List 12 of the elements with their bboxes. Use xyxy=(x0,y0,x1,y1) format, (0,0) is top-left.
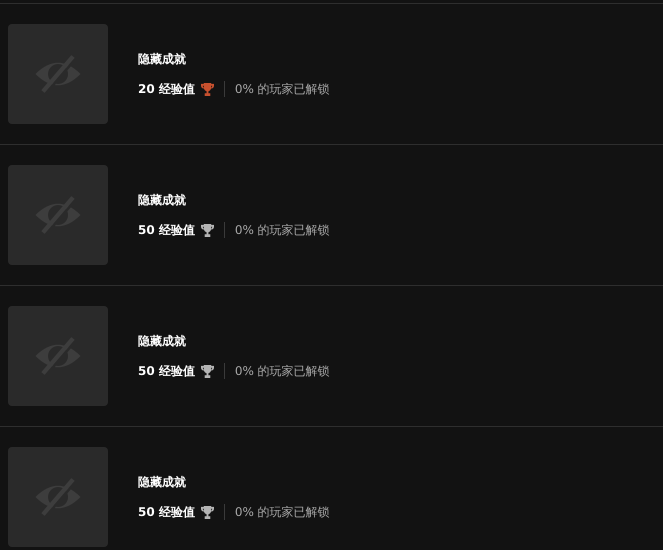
unlock-percentage: 0% 的玩家已解锁 xyxy=(234,504,330,520)
xp-value: 50 经验值 xyxy=(138,222,195,238)
achievement-title: 隐藏成就 xyxy=(138,474,187,490)
unlock-percentage: 0% 的玩家已解锁 xyxy=(234,362,330,380)
achievement-title: 隐藏成就 xyxy=(138,192,187,208)
achievement-title: 隐藏成就 xyxy=(138,332,187,350)
xp-value: 50 经验值 xyxy=(138,362,195,380)
xp-value: 50 经验值 xyxy=(138,504,195,520)
unlock-percentage: 0% 的玩家已解锁 xyxy=(234,80,330,98)
achievement-title: 隐藏成就 xyxy=(138,50,187,68)
unlock-percentage: 0% 的玩家已解锁 xyxy=(234,222,330,238)
xp-value: 20 经验值 xyxy=(138,80,195,98)
